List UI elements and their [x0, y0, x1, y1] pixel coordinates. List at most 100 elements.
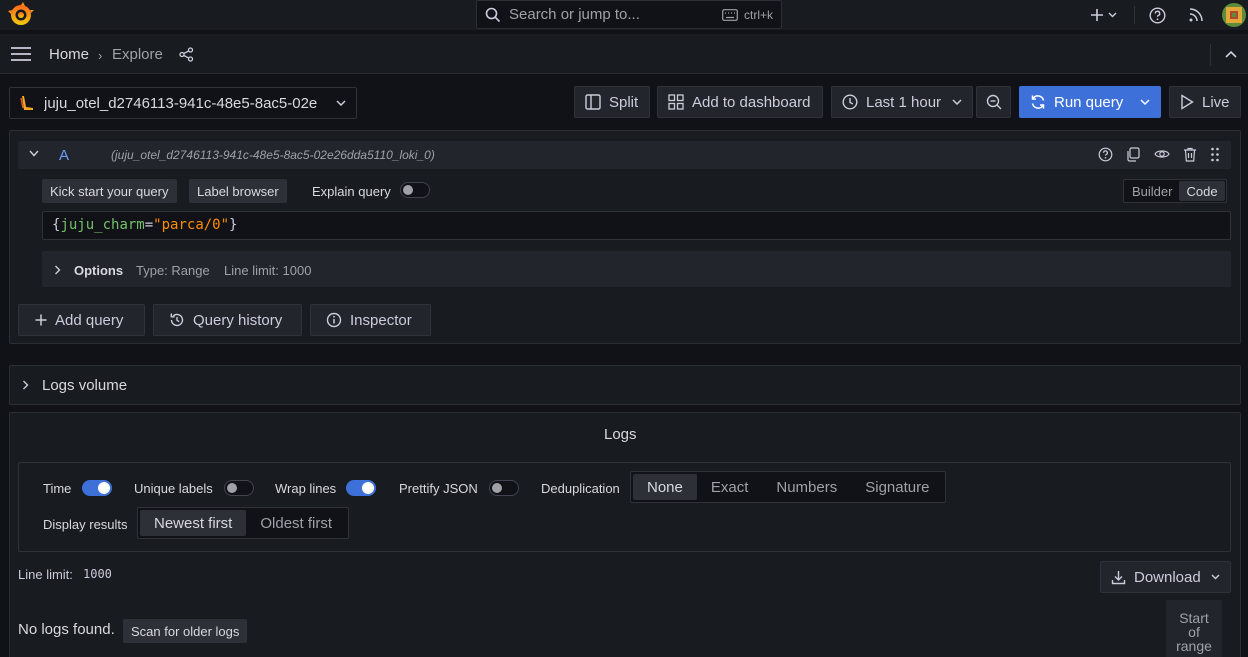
line-limit-value: 1000 [83, 567, 112, 581]
editor-mode-switch: Builder Code [1123, 179, 1227, 203]
collapse-header-button[interactable] [1225, 50, 1237, 58]
loki-icon [20, 95, 34, 111]
new-menu-button[interactable] [1088, 5, 1118, 25]
sync-icon [1030, 94, 1046, 110]
label-browser-button[interactable]: Label browser [189, 179, 287, 203]
logs-volume-title: Logs volume [42, 377, 128, 394]
dedup-exact[interactable]: Exact [697, 474, 763, 500]
news-button[interactable] [1186, 5, 1206, 25]
datasource-name: juju_otel_d2746113-941c-48e5-8ac5-02e [44, 94, 318, 112]
add-query-button[interactable]: Add query [18, 304, 145, 336]
help-icon [1148, 6, 1166, 24]
expr-operator: = [144, 217, 154, 233]
download-button[interactable]: Download [1100, 561, 1231, 593]
options-label: Options [74, 263, 124, 278]
user-avatar[interactable] [1222, 3, 1246, 27]
keyboard-icon [722, 8, 738, 21]
search-placeholder: Search or jump to... [509, 6, 640, 23]
chevron-down-icon [336, 100, 346, 106]
breadcrumb-home[interactable]: Home [49, 46, 89, 63]
start-of-range-line-1: Start [1179, 610, 1209, 626]
start-of-range-button[interactable]: Start of range [1166, 600, 1222, 657]
dedup-signature[interactable]: Signature [851, 474, 943, 500]
split-button[interactable]: Split [574, 86, 650, 118]
deduplication-switch: None Exact Numbers Signature [630, 471, 947, 503]
hamburger-icon [10, 45, 32, 63]
unique-labels-toggle[interactable] [224, 480, 254, 496]
options-type: Type: Range [136, 263, 210, 278]
explain-query-label: Explain query [312, 184, 391, 199]
chevron-right-icon [54, 265, 61, 275]
breadcrumb-explore: Explore [112, 46, 163, 63]
wrap-lines-toggle[interactable] [346, 480, 376, 496]
order-oldest-first[interactable]: Oldest first [246, 510, 346, 536]
help-button[interactable] [1147, 5, 1167, 25]
datasource-picker[interactable]: juju_otel_d2746113-941c-48e5-8ac5-02e [9, 87, 357, 119]
logs-title: Logs [604, 426, 637, 443]
plus-icon [35, 314, 47, 326]
run-query-label: Run query [1054, 93, 1124, 111]
share-button[interactable] [179, 47, 194, 62]
collapse-query-button[interactable] [29, 150, 39, 157]
query-history-button[interactable]: Query history [153, 304, 302, 336]
query-options-row[interactable] [42, 251, 1231, 287]
share-icon [179, 47, 194, 62]
copy-icon [1126, 147, 1141, 162]
options-line-limit: Line limit: 1000 [224, 263, 312, 278]
time-range-label: Last 1 hour [866, 93, 942, 111]
line-limit-label: Line limit: [18, 567, 73, 582]
order-newest-first[interactable]: Newest first [140, 510, 247, 536]
menu-button[interactable] [10, 45, 32, 63]
play-icon [1180, 94, 1194, 110]
chevron-down-icon [1108, 12, 1117, 18]
prettify-json-toggle[interactable] [489, 480, 519, 496]
time-range-picker[interactable]: Last 1 hour [831, 86, 973, 118]
drag-handle-icon [1210, 147, 1220, 162]
chevron-down-icon[interactable] [1140, 99, 1150, 105]
scan-older-logs-button[interactable]: Scan for older logs [123, 619, 248, 643]
inspector-button[interactable]: Inspector [310, 304, 431, 336]
query-ref-id[interactable]: A [59, 147, 69, 164]
remove-query-button[interactable] [1183, 147, 1197, 162]
apps-icon [668, 94, 684, 110]
inspector-label: Inspector [350, 311, 412, 329]
deduplication-label: Deduplication [541, 481, 620, 496]
add-to-dashboard-label: Add to dashboard [692, 93, 811, 111]
eye-icon [1154, 148, 1170, 160]
kick-start-button[interactable]: Kick start your query [42, 179, 177, 203]
grafana-logo-icon[interactable] [8, 2, 34, 28]
logs-volume-panel[interactable] [9, 365, 1241, 405]
unique-labels-label: Unique labels [134, 481, 213, 496]
sort-order-switch: Newest first Oldest first [137, 507, 350, 539]
query-editor[interactable]: {juju_charm="parca/0"} [42, 211, 1231, 240]
time-label: Time [43, 481, 72, 496]
search-shortcut-text: ctrl+k [743, 7, 773, 22]
add-to-dashboard-button[interactable]: Add to dashboard [657, 86, 823, 118]
dedup-none[interactable]: None [633, 474, 697, 500]
drag-handle[interactable] [1210, 147, 1220, 162]
zoom-out-icon [986, 94, 1002, 110]
wrap-lines-label: Wrap lines [275, 481, 337, 496]
clock-icon [842, 94, 858, 110]
search-bar[interactable]: Search or jump to... ctrl+k [476, 0, 782, 29]
query-datasource-name: (juju_otel_d2746113-941c-48e5-8ac5-02e26… [111, 148, 435, 162]
hide-query-button[interactable] [1154, 148, 1170, 160]
live-button[interactable]: Live [1169, 86, 1241, 118]
live-label: Live [1202, 93, 1230, 111]
mode-builder[interactable]: Builder [1125, 181, 1179, 201]
zoom-out-button[interactable] [976, 86, 1011, 118]
divider [1134, 6, 1135, 24]
query-help-button[interactable] [1098, 147, 1113, 162]
dedup-numbers[interactable]: Numbers [762, 474, 851, 500]
explain-query-toggle[interactable] [400, 182, 430, 198]
start-of-range-line-3: range [1176, 638, 1212, 654]
trash-icon [1183, 147, 1197, 162]
rss-icon [1188, 7, 1204, 23]
history-icon [169, 312, 185, 328]
run-query-button[interactable]: Run query [1019, 86, 1161, 118]
help-icon [1098, 147, 1113, 162]
mode-code[interactable]: Code [1179, 181, 1225, 201]
download-label: Download [1134, 568, 1201, 586]
time-toggle[interactable] [82, 480, 112, 496]
duplicate-query-button[interactable] [1126, 147, 1141, 162]
